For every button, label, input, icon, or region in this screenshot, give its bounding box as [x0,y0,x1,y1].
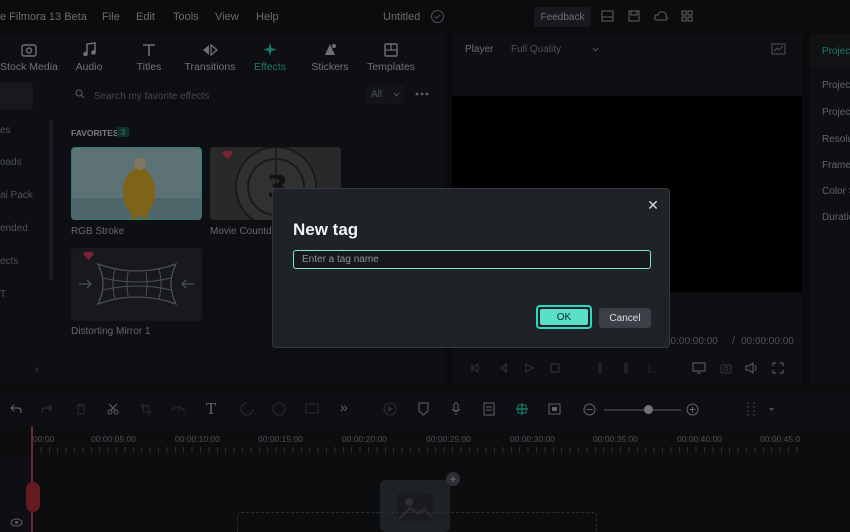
cancel-button[interactable]: Cancel [599,308,651,328]
ok-button[interactable]: OK [536,305,592,329]
dialog-title: New tag [293,220,359,239]
new-tag-dialog: ✕ New tag OK Cancel [272,188,670,348]
ok-button-label: OK [540,309,588,325]
close-icon[interactable]: ✕ [643,195,663,215]
tag-name-input[interactable] [293,250,651,269]
